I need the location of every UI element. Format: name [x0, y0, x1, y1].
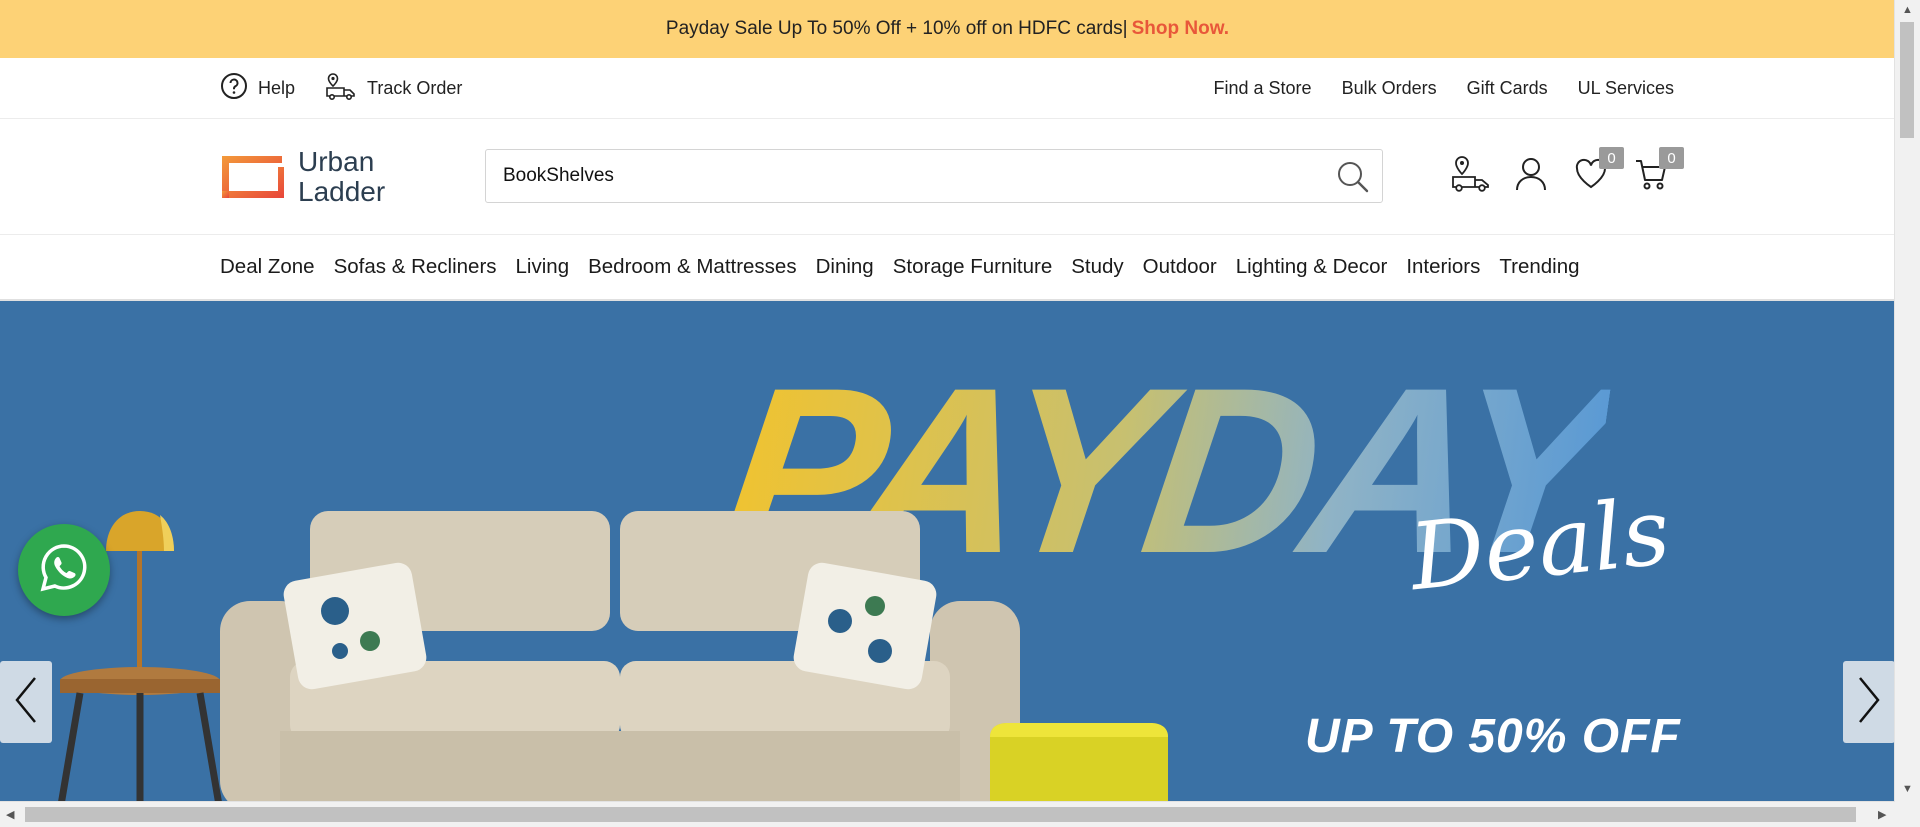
scroll-up-arrow-icon[interactable]: ▲ [1902, 4, 1913, 16]
wishlist-button[interactable]: 0 [1572, 147, 1624, 195]
hero-banner[interactable]: PAYDAY Deals UP TO 50% OFF [0, 301, 1895, 802]
promo-banner: Payday Sale Up To 50% Off + 10% off on H… [0, 0, 1895, 58]
cushion-right [793, 562, 937, 690]
promo-text: Payday Sale Up To 50% Off + 10% off on H… [665, 18, 1128, 39]
carousel-prev-button[interactable] [0, 661, 52, 743]
category-nav: Deal Zone Sofas & Recliners Living Bedro… [0, 235, 1895, 301]
nav-deal-zone[interactable]: Deal Zone [220, 255, 315, 279]
utility-bar: Help Track Order Find a Store Bulk Order… [0, 58, 1895, 119]
cart-count-badge: 0 [1659, 147, 1684, 169]
hero-offer-text: UP TO 50% OFF [1305, 710, 1681, 763]
gift-cards-link[interactable]: Gift Cards [1467, 78, 1548, 99]
scroll-down-arrow-icon[interactable]: ▼ [1902, 783, 1913, 795]
store-locator-icon [1451, 155, 1491, 198]
yellow-ottoman-image [990, 723, 1168, 802]
logo-line-2: Ladder [298, 176, 386, 207]
bulk-orders-link[interactable]: Bulk Orders [1342, 78, 1437, 99]
help-label: Help [258, 77, 296, 98]
nav-sofas-recliners[interactable]: Sofas & Recliners [334, 255, 497, 279]
nav-bedroom-mattresses[interactable]: Bedroom & Mattresses [588, 255, 797, 279]
horizontal-scrollbar[interactable]: ◀ ▶ [0, 801, 1895, 827]
nav-interiors[interactable]: Interiors [1406, 255, 1480, 279]
nav-dining[interactable]: Dining [816, 255, 874, 279]
chevron-left-icon [13, 674, 39, 731]
whatsapp-icon [36, 540, 92, 601]
logo-mark-icon [220, 154, 284, 200]
horizontal-scroll-thumb[interactable] [25, 807, 1856, 822]
track-order-label: Track Order [367, 77, 463, 98]
cushion-left [283, 562, 427, 690]
search-box [485, 149, 1383, 203]
user-icon [1514, 156, 1548, 197]
search-icon[interactable] [1336, 160, 1370, 199]
account-button[interactable] [1512, 157, 1550, 195]
cart-button[interactable]: 0 [1632, 147, 1684, 195]
vertical-scroll-thumb[interactable] [1900, 22, 1914, 138]
store-locator-button[interactable] [1451, 155, 1491, 198]
carousel-next-button[interactable] [1843, 661, 1895, 743]
delivery-truck-icon [325, 71, 357, 106]
nav-lighting-decor[interactable]: Lighting & Decor [1236, 255, 1388, 279]
wishlist-count-badge: 0 [1599, 147, 1624, 169]
chevron-right-icon [1856, 674, 1882, 731]
main-header: Urban Ladder BookShelves 0 0 [0, 119, 1895, 235]
whatsapp-button[interactable] [18, 524, 110, 616]
vertical-scrollbar[interactable]: ▲ ▼ [1894, 0, 1920, 827]
track-order-link[interactable]: Track Order [325, 71, 462, 106]
search-input[interactable] [501, 164, 1305, 188]
nav-trending[interactable]: Trending [1499, 255, 1579, 279]
logo-text: Urban Ladder [298, 147, 385, 207]
nav-study[interactable]: Study [1071, 255, 1123, 279]
page-viewport: Payday Sale Up To 50% Off + 10% off on H… [0, 0, 1895, 802]
logo-line-1: Urban [298, 146, 375, 177]
shop-now-link[interactable]: Shop Now. [1132, 18, 1229, 40]
nav-outdoor[interactable]: Outdoor [1143, 255, 1217, 279]
ul-services-link[interactable]: UL Services [1578, 78, 1674, 99]
scroll-left-arrow-icon[interactable]: ◀ [6, 808, 14, 821]
sofa-image [220, 511, 1020, 802]
scroll-right-arrow-icon[interactable]: ▶ [1878, 808, 1886, 821]
find-a-store-link[interactable]: Find a Store [1214, 78, 1312, 99]
urban-ladder-logo[interactable]: Urban Ladder [220, 147, 385, 207]
help-icon [220, 72, 248, 105]
nav-living[interactable]: Living [516, 255, 570, 279]
nav-storage-furniture[interactable]: Storage Furniture [893, 255, 1053, 279]
help-link[interactable]: Help [220, 72, 295, 105]
header-icons: 0 0 [1451, 147, 1684, 198]
